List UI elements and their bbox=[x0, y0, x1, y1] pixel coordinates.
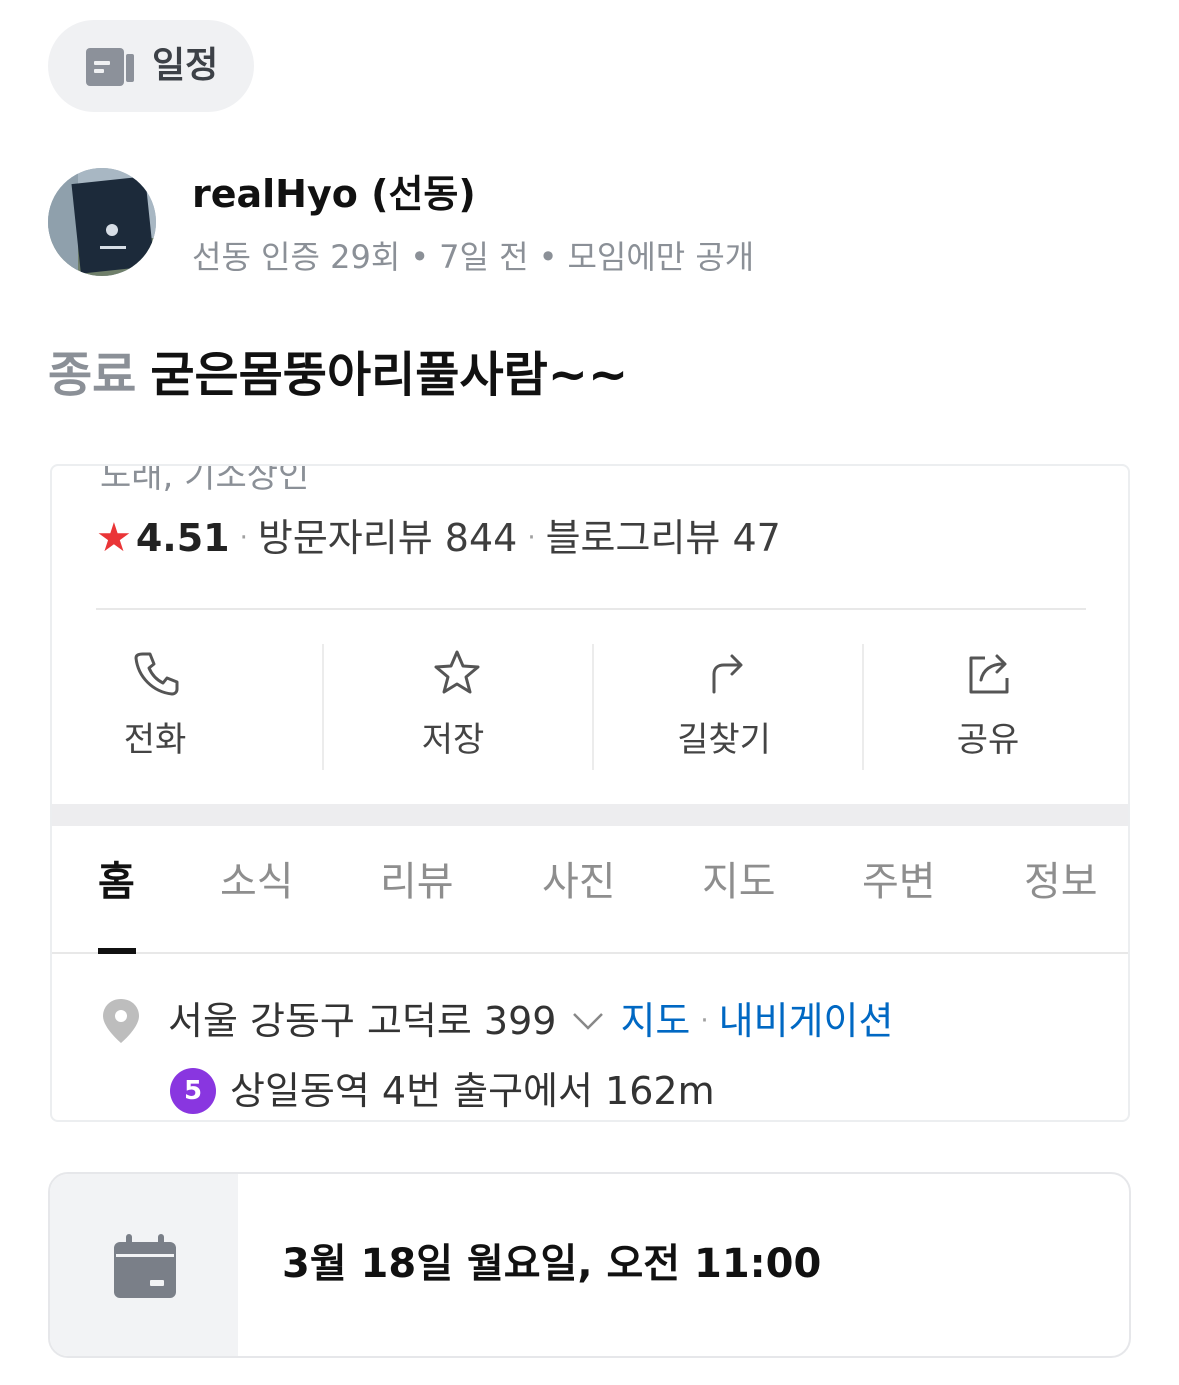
rating-score: 4.51 bbox=[135, 516, 230, 560]
place-screenshot[interactable]: 노래, 기소상인 ★ 4.51 · 방문자리뷰 844 · 블로그리뷰 47 전… bbox=[50, 464, 1130, 1122]
visitor-reviews: 방문자리뷰 844 bbox=[257, 516, 518, 560]
address-row: 서울 강동구 고덕로 399 지도 · 내비게이션 bbox=[100, 996, 893, 1046]
tab-info: 정보 bbox=[1024, 859, 1098, 905]
schedule-icon-box bbox=[50, 1174, 238, 1356]
tab-map: 지도 bbox=[702, 859, 776, 905]
post-title: 종료 굳은몸뚱아리풀사람~~ bbox=[48, 344, 628, 406]
save-label: 저장 bbox=[421, 720, 485, 760]
directions-label: 길찾기 bbox=[677, 720, 771, 760]
save-button: 저장 bbox=[322, 632, 592, 782]
tab-reviews: 리뷰 bbox=[380, 859, 454, 905]
divider bbox=[96, 608, 1086, 610]
schedule-icon bbox=[86, 48, 134, 86]
tab-news: 소식 bbox=[220, 859, 294, 905]
rating-row: ★ 4.51 · 방문자리뷰 844 · 블로그리뷰 47 bbox=[96, 514, 781, 562]
location-pin-icon bbox=[103, 999, 139, 1043]
calendar-icon bbox=[114, 1234, 176, 1298]
schedule-datetime: 3월 18일 월요일, 오전 11:00 bbox=[282, 1241, 822, 1287]
place-tabs: 홈 소식 리뷰 사진 지도 주변 정보 bbox=[52, 826, 1128, 954]
directions-button: 길찾기 bbox=[592, 632, 862, 782]
meta-separator: • bbox=[410, 238, 430, 276]
call-label: 전화 bbox=[123, 720, 187, 760]
directions-icon bbox=[712, 654, 743, 694]
phone-icon bbox=[134, 652, 179, 696]
call-button: 전화 bbox=[52, 632, 322, 782]
action-bar: 전화 저장 길찾기 공유 bbox=[52, 632, 1128, 782]
rating-separator: · bbox=[239, 523, 248, 553]
share-icon bbox=[969, 654, 1009, 694]
author-name[interactable]: realHyo (선동) bbox=[192, 170, 476, 218]
navigation-link: 내비게이션 bbox=[718, 999, 894, 1043]
meta-separator: • bbox=[538, 238, 558, 276]
status-label: 종료 bbox=[48, 347, 137, 403]
tab-nearby: 주변 bbox=[862, 859, 936, 905]
profile-photo bbox=[48, 168, 156, 276]
post-visibility: 모임에만 공개 bbox=[567, 238, 755, 276]
share-button: 공유 bbox=[862, 632, 1128, 782]
subway-text: 상일동역 4번 출구에서 162m bbox=[230, 1069, 715, 1113]
tab-photos: 사진 bbox=[542, 859, 616, 905]
chevron-down-icon bbox=[573, 1013, 604, 1030]
blog-reviews: 블로그리뷰 47 bbox=[545, 516, 781, 560]
subway-line-badge: 5 bbox=[170, 1068, 216, 1114]
rating-separator: · bbox=[527, 523, 536, 553]
schedule-chip[interactable]: 일정 bbox=[48, 20, 254, 112]
schedule-card[interactable]: 3월 18일 월요일, 오전 11:00 bbox=[48, 1172, 1131, 1358]
address-text: 서울 강동구 고덕로 399 bbox=[168, 999, 557, 1043]
chip-label: 일정 bbox=[152, 45, 219, 86]
cut-off-text: 노래, 기소상인 bbox=[100, 464, 310, 496]
title-text: 굳은몸뚱아리풀사람~~ bbox=[150, 347, 629, 403]
author-meta: 선동 인증 29회 • 7일 전 • 모임에만 공개 bbox=[192, 236, 754, 278]
post-time: 7일 전 bbox=[439, 238, 529, 276]
tab-home: 홈 bbox=[98, 859, 135, 905]
active-tab-indicator bbox=[98, 948, 136, 954]
subway-row: 5 상일동역 4번 출구에서 162m bbox=[170, 1066, 715, 1116]
share-label: 공유 bbox=[956, 720, 1020, 760]
verification-count: 선동 인증 29회 bbox=[192, 238, 401, 276]
map-link: 지도 bbox=[620, 999, 691, 1043]
star-icon bbox=[434, 650, 480, 694]
link-separator: · bbox=[700, 1006, 709, 1036]
avatar[interactable] bbox=[48, 168, 156, 276]
rating-star-icon: ★ bbox=[96, 515, 132, 561]
section-separator bbox=[52, 804, 1128, 826]
